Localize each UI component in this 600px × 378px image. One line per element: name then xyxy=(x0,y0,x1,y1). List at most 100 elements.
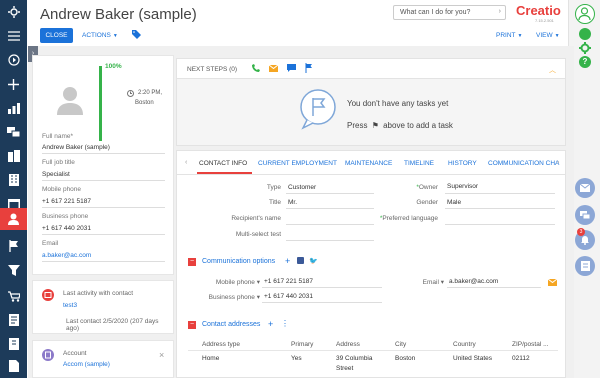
tab-current-employment[interactable]: CURRENT EMPLOYMENT xyxy=(258,160,337,167)
send-email-icon[interactable] xyxy=(548,279,557,286)
invoice-icon[interactable] xyxy=(0,332,27,356)
account-link[interactable]: Accom (sample) xyxy=(63,361,110,368)
caret-down-icon: ▼ xyxy=(517,33,523,39)
tab-communication-channels[interactable]: COMMUNICATION CHA xyxy=(488,160,559,167)
gear-icon[interactable] xyxy=(0,0,27,24)
column-header[interactable]: Primary xyxy=(291,341,313,348)
add-address-icon[interactable]: + xyxy=(268,319,273,329)
column-header[interactable]: ZIP/postal ... xyxy=(512,341,549,348)
last-activity-link[interactable]: test3 xyxy=(63,302,77,309)
tab-contact-info[interactable]: CONTACT INFO xyxy=(199,160,247,167)
owner-link[interactable]: Supervisor xyxy=(447,183,478,190)
account-icon xyxy=(42,349,54,361)
funnel-icon[interactable] xyxy=(0,258,27,282)
recipient-name-field[interactable] xyxy=(286,224,374,225)
column-header[interactable]: Address xyxy=(336,341,360,348)
next-steps-header: NEXT STEPS (0) ︿ xyxy=(177,59,565,79)
user-avatar-icon[interactable] xyxy=(575,4,595,24)
gender-field[interactable]: Male xyxy=(447,199,461,206)
contact-addresses-title[interactable]: Contact addresses xyxy=(202,321,260,328)
document-icon[interactable] xyxy=(0,308,27,332)
contacts-icon[interactable] xyxy=(0,208,27,230)
email-link[interactable]: a.baker@ac.com xyxy=(42,252,91,259)
chat-icon[interactable] xyxy=(575,205,595,225)
column-header[interactable]: Address type xyxy=(202,341,240,348)
caret-down-icon: ▼ xyxy=(554,33,560,39)
tab-maintenance[interactable]: MAINTENANCE xyxy=(345,160,392,167)
email-icon[interactable] xyxy=(575,178,595,198)
preferred-language-field[interactable] xyxy=(445,224,555,225)
column-header[interactable]: City xyxy=(395,341,406,348)
command-line[interactable]: What can I do for you? › xyxy=(393,5,506,20)
tab-history[interactable]: HISTORY xyxy=(448,160,477,167)
knowledge-icon[interactable] xyxy=(0,354,27,378)
preferred-language-text: Preferred language xyxy=(382,215,438,222)
mobile-phone-value[interactable]: +1 617 221 5187 xyxy=(264,278,313,285)
close-button[interactable]: CLOSE xyxy=(40,28,73,43)
recipient-name-label: Recipient's name xyxy=(231,215,281,222)
calendar-icon xyxy=(42,289,54,301)
column-header[interactable]: Country xyxy=(453,341,476,348)
collapse-icon[interactable]: ︿ xyxy=(549,65,556,75)
empty-tasks-text: You don't have any tasks yet xyxy=(347,99,449,108)
communication-options-title[interactable]: Communication options xyxy=(202,258,275,265)
profile-panel: 100% 2:20 PM, Boston Full name* Andrew B… xyxy=(32,55,174,275)
building-icon[interactable] xyxy=(0,168,27,192)
more-options-icon[interactable]: ⋮ xyxy=(281,319,289,328)
title-field[interactable]: Mr. xyxy=(288,199,297,206)
tab-timeline[interactable]: TIMELINE xyxy=(404,160,434,167)
contact-photo[interactable] xyxy=(54,83,86,115)
add-icon[interactable]: + xyxy=(285,256,290,266)
collapse-section-icon[interactable]: − xyxy=(188,258,196,266)
business-phone-label-text: Business phone xyxy=(208,294,255,301)
multiselect-field[interactable] xyxy=(286,240,374,241)
chevron-right-icon[interactable]: › xyxy=(499,8,501,15)
print-button[interactable]: PRINT ▼ xyxy=(496,32,522,39)
plus-icon[interactable] xyxy=(0,72,27,96)
chat-icon[interactable] xyxy=(287,64,296,72)
tag-icon[interactable] xyxy=(132,30,141,39)
view-label: VIEW xyxy=(536,32,553,39)
table-cell: 39 Columbia xyxy=(336,355,373,362)
notifications-icon[interactable]: 3 xyxy=(575,228,595,250)
twitter-icon[interactable]: 🐦 xyxy=(309,257,318,265)
menu-icon[interactable] xyxy=(0,24,27,48)
mobile-phone-field[interactable]: +1 617 221 5187 xyxy=(42,198,91,205)
view-button[interactable]: VIEW ▼ xyxy=(536,32,560,39)
field-underline xyxy=(262,302,382,303)
account-label: Account xyxy=(63,350,87,357)
business-phone-field[interactable]: +1 617 440 2031 xyxy=(42,225,91,232)
divider xyxy=(42,234,165,235)
collapse-section-icon[interactable]: − xyxy=(188,321,196,329)
full-name-label: Full name* xyxy=(42,133,74,140)
type-field[interactable]: Customer xyxy=(288,184,316,191)
flag-icon[interactable] xyxy=(0,234,27,258)
play-icon[interactable] xyxy=(0,48,27,72)
business-phone-value[interactable]: +1 617 440 2031 xyxy=(264,293,313,300)
settings-icon[interactable] xyxy=(579,42,591,54)
mobile-phone-label: Mobile phone xyxy=(42,186,82,193)
feed-panel-icon[interactable] xyxy=(575,256,595,276)
call-icon[interactable] xyxy=(251,64,260,73)
job-title-field[interactable]: Specialist xyxy=(42,171,70,178)
accounts-icon[interactable] xyxy=(0,144,27,168)
tabs-scroll-left-icon[interactable]: ‹ xyxy=(185,159,187,166)
tabs-scroll-right-icon[interactable]: › xyxy=(557,159,559,166)
phone-status-icon[interactable] xyxy=(579,28,591,40)
divider xyxy=(42,261,165,262)
actions-button[interactable]: ACTIONS ▼ xyxy=(82,32,118,39)
dashboards-icon[interactable] xyxy=(0,96,27,120)
caret-down-icon: ▼ xyxy=(112,33,118,39)
email-value-link[interactable]: a.baker@ac.com xyxy=(449,278,498,285)
hint-rest: above to add a task xyxy=(383,121,453,130)
facebook-icon[interactable] xyxy=(297,257,304,264)
task-flag-icon[interactable] xyxy=(305,63,313,73)
full-name-field[interactable]: Andrew Baker (sample) xyxy=(42,144,110,151)
preferred-language-label: *Preferred language xyxy=(379,215,438,222)
help-icon[interactable]: ? xyxy=(579,56,591,68)
close-icon[interactable]: × xyxy=(159,350,164,360)
feed-icon[interactable] xyxy=(0,120,27,144)
cart-icon[interactable] xyxy=(0,284,27,308)
business-phone-label: Business phone xyxy=(42,213,89,220)
email-icon[interactable] xyxy=(269,65,278,72)
